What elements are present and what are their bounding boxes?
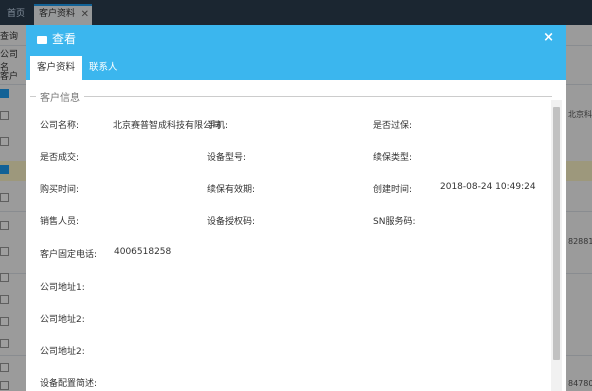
view-dialog: 查看 × 客户资料 联系人 客户信息 公司名称: 北京赛普智成科技有限公司 手机… [26,25,566,391]
tab-customer-info[interactable]: 客户资料 [30,56,83,80]
field-label: 公司名称: [40,121,80,131]
field-label: 设备型号: [207,153,247,163]
field-label: 公司地址2: [40,347,85,357]
dialog-title: 查看 [52,32,77,46]
info-row: 公司地址2: [36,344,541,358]
field-label: 公司地址1: [40,283,85,293]
field-label: 设备授权码: [207,217,256,227]
info-row: 公司名称: 北京赛普智成科技有限公司 手机: 是否过保: [36,118,541,132]
scrollbar-thumb[interactable] [553,107,560,360]
field-label: 是否成交: [40,153,80,163]
field-label: 购买时间: [40,185,80,195]
field-label: 续保有效期: [207,185,256,195]
divider [90,96,552,97]
close-button[interactable]: × [543,29,554,47]
customer-info-panel: 公司名称: 北京赛普智成科技有限公司 手机: 是否过保: 是否成交: 设备型号:… [36,108,541,391]
info-row: 客户固定电话: 4006518258 [36,247,541,261]
field-label: 续保类型: [373,153,413,163]
field-label: 设备配置简述: [40,379,98,389]
field-label: 客户固定电话: [40,250,98,260]
created-time-value: 2018-08-24 10:49:24 [440,182,536,192]
tab-contacts[interactable]: 联系人 [82,56,125,80]
field-label: SN服务码: [373,217,416,227]
phone-value: 4006518258 [114,247,172,257]
info-row: 公司地址1: [36,280,541,294]
field-label: 创建时间: [373,185,413,195]
field-label: 销售人员: [40,217,80,227]
field-label: 是否过保: [373,121,413,131]
info-row: 购买时间: 续保有效期: 创建时间: 2018-08-24 10:49:24 [36,182,541,196]
field-label: 公司地址2: [40,315,85,325]
info-row: 销售人员: 设备授权码: SN服务码: [36,214,541,228]
dialog-header: 查看 × 客户资料 联系人 [26,25,566,80]
info-row: 是否成交: 设备型号: 续保类型: [36,150,541,164]
section-legend: 客户信息 [36,89,84,104]
field-label: 手机: [207,121,229,131]
window-icon [37,36,47,44]
dialog-body: 客户信息 公司名称: 北京赛普智成科技有限公司 手机: 是否过保: 是否成交: … [26,80,566,391]
info-row: 设备配置简述: [36,376,541,390]
field-value: 北京赛普智成科技有限公司 [113,121,222,131]
info-row: 公司地址2: [36,312,541,326]
